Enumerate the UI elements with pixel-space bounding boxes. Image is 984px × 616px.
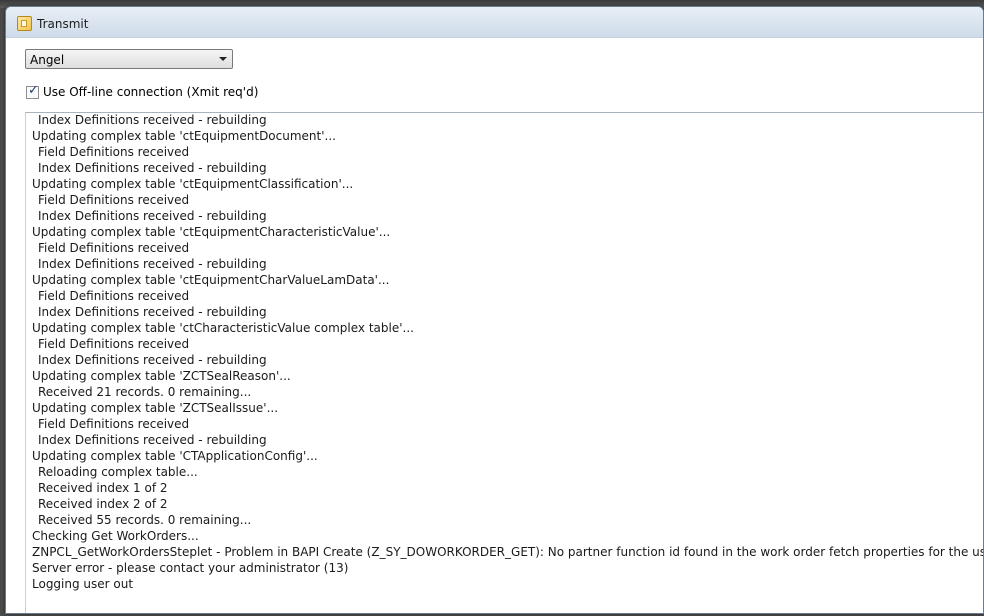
- log-line-text: Field Definitions received: [38, 289, 190, 303]
- log-line: Index Definitions received - rebuilding: [32, 256, 983, 272]
- log-line: Index Definitions received - rebuilding: [32, 113, 983, 128]
- log-line-text: Logging user out: [32, 577, 134, 591]
- log-line: Index Definitions received - rebuilding: [32, 160, 983, 176]
- checkmark-icon: ✓: [28, 83, 39, 98]
- log-line: Received index 1 of 2: [32, 480, 983, 496]
- log-line-text: Updating complex table 'ctEquipmentCharV…: [32, 273, 390, 287]
- log-line: Updating complex table 'ctEquipmentChara…: [32, 224, 983, 240]
- log-line-text: Field Definitions received: [38, 241, 190, 255]
- log-line-text: Updating complex table 'ctEquipmentDocum…: [32, 129, 336, 143]
- log-line-text: Index Definitions received - rebuilding: [38, 433, 267, 447]
- log-line-text: Index Definitions received - rebuilding: [38, 209, 267, 223]
- log-line: Updating complex table 'CTApplicationCon…: [32, 448, 983, 464]
- log-line: Reloading complex table...: [32, 464, 983, 480]
- log-line: Received index 2 of 2: [32, 496, 983, 512]
- log-line-text: Updating complex table 'ctEquipmentChara…: [32, 225, 391, 239]
- log-line-text: Index Definitions received - rebuilding: [38, 305, 267, 319]
- log-line: ZNPCL_GetWorkOrdersSteplet - Problem in …: [32, 544, 984, 560]
- log-line: Received 55 records. 0 remaining...: [32, 512, 983, 528]
- log-line: Field Definitions received: [32, 192, 983, 208]
- offline-connection-checkbox[interactable]: ✓: [26, 83, 39, 99]
- log-line: Updating complex table 'ctEquipmentDocum…: [32, 128, 983, 144]
- log-line-text: Field Definitions received: [38, 193, 190, 207]
- log-line-text: Field Definitions received: [38, 145, 190, 159]
- log-line: Index Definitions received - rebuilding: [32, 208, 983, 224]
- log-line-text: Updating complex table 'ctCharacteristic…: [32, 321, 414, 335]
- title-bar[interactable]: Transmit: [6, 7, 983, 38]
- log-line: Updating complex table 'ZCTSealIssue'...: [32, 400, 983, 416]
- log-line-text: ZNPCL_GetWorkOrdersSteplet - Problem in …: [32, 545, 984, 559]
- log-line: Index Definitions received - rebuilding: [32, 432, 983, 448]
- offline-connection-label[interactable]: Use Off-line connection (Xmit req'd): [43, 85, 258, 99]
- log-line-text: Received index 2 of 2: [38, 497, 168, 511]
- log-line: Index Definitions received - rebuilding: [32, 352, 983, 368]
- log-line-text: Received index 1 of 2: [38, 481, 168, 495]
- log-line-text: Updating complex table 'ctEquipmentClass…: [32, 177, 354, 191]
- log-line-text: Updating complex table 'ZCTSealReason'..…: [32, 369, 291, 383]
- log-line: Updating complex table 'ZCTSealReason'..…: [32, 368, 983, 384]
- log-line: Logging user out: [32, 576, 983, 592]
- log-line-text: Received 55 records. 0 remaining...: [38, 513, 252, 527]
- chevron-down-icon: [219, 57, 227, 61]
- log-line: Field Definitions received: [32, 336, 983, 352]
- transmit-app-icon: [17, 16, 32, 31]
- log-line-text: Server error - please contact your admin…: [32, 561, 349, 575]
- log-line-text: Index Definitions received - rebuilding: [38, 353, 267, 367]
- transmit-window: Transmit Angel ✓ Use Off-line connection…: [5, 6, 984, 614]
- window-title: Transmit: [37, 17, 89, 31]
- log-line-text: Checking Get WorkOrders...: [32, 529, 199, 543]
- log-line-text: Received 21 records. 0 remaining...: [38, 385, 252, 399]
- log-line-text: Updating complex table 'CTApplicationCon…: [32, 449, 318, 463]
- log-line: Server error - please contact your admin…: [32, 560, 983, 576]
- log-line-text: Index Definitions received - rebuilding: [38, 257, 267, 271]
- log-line: Received 21 records. 0 remaining...: [32, 384, 983, 400]
- log-line: Checking Get WorkOrders...: [32, 528, 983, 544]
- log-line-text: Field Definitions received: [38, 337, 190, 351]
- log-line: Field Definitions received: [32, 240, 983, 256]
- log-line-text: Index Definitions received - rebuilding: [38, 113, 267, 127]
- log-line: Field Definitions received: [32, 416, 983, 432]
- log-line: Field Definitions received: [32, 144, 983, 160]
- log-line: Updating complex table 'ctCharacteristic…: [32, 320, 983, 336]
- log-line: Index Definitions received - rebuilding: [32, 304, 983, 320]
- log-list: Index Definitions received - rebuilding U…: [32, 113, 984, 592]
- profile-dropdown[interactable]: Angel: [25, 49, 233, 69]
- transmit-log-panel[interactable]: Index Definitions received - rebuilding U…: [25, 112, 984, 613]
- log-line-text: Index Definitions received - rebuilding: [38, 161, 267, 175]
- log-line: Field Definitions received: [32, 288, 983, 304]
- profile-dropdown-value: Angel: [30, 53, 65, 67]
- log-line-text: Field Definitions received: [38, 417, 190, 431]
- log-line-text: Reloading complex table...: [38, 465, 198, 479]
- window-client-area: Angel ✓ Use Off-line connection (Xmit re…: [6, 38, 983, 613]
- log-line-text: Updating complex table 'ZCTSealIssue'...: [32, 401, 279, 415]
- log-line: Updating complex table 'ctEquipmentCharV…: [32, 272, 983, 288]
- log-line: Updating complex table 'ctEquipmentClass…: [32, 176, 983, 192]
